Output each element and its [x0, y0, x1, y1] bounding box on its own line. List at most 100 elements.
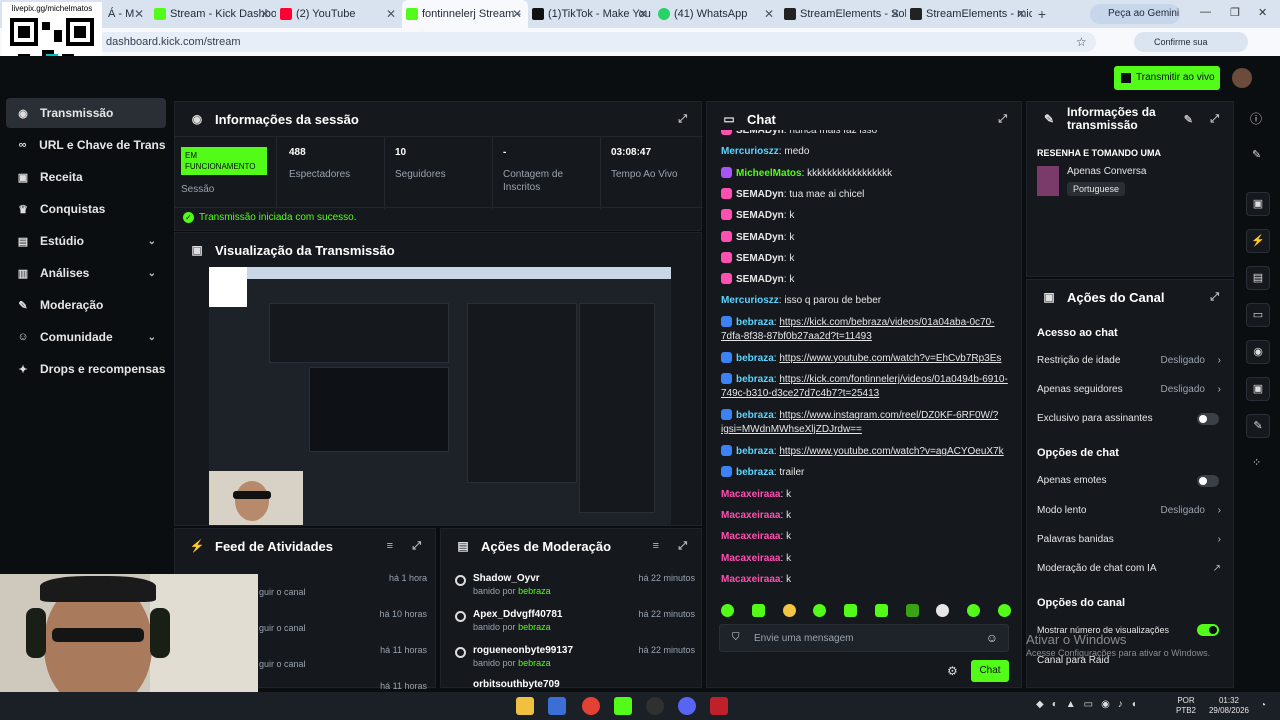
chat-username[interactable]: Mercurioszz: [721, 295, 779, 306]
banned-words-row[interactable]: Palavras banidas ›: [1037, 534, 1221, 545]
chat-username[interactable]: bebraza: [736, 410, 774, 421]
chat-username[interactable]: bebraza: [736, 374, 774, 385]
chat-link[interactable]: https://www.youtube.com/watch?v=agACYOeu…: [779, 446, 1003, 457]
chat-username[interactable]: SEMADyn: [736, 130, 784, 136]
emote-icon[interactable]: [813, 604, 827, 617]
tab-2[interactable]: (2) YouTube ✕: [276, 0, 402, 28]
new-tab-button[interactable]: +: [1032, 6, 1052, 22]
url-field[interactable]: dashboard.kick.com/stream: [96, 32, 1096, 52]
notification-icon[interactable]: ◔: [1260, 700, 1266, 711]
editor-icon[interactable]: [548, 697, 566, 715]
info-icon[interactable]: ⓘ: [1250, 110, 1262, 127]
expand-icon[interactable]: ⤢: [1210, 291, 1219, 304]
video-app-icon[interactable]: [710, 697, 728, 715]
chat-username[interactable]: Mercurioszz: [721, 146, 779, 157]
filter-icon[interactable]: ≡: [653, 540, 659, 552]
edit-icon[interactable]: ✎: [1252, 148, 1261, 161]
close-icon[interactable]: ✕: [1016, 0, 1026, 28]
sidebar-item-estudio[interactable]: ▤ Estúdio ⌄: [6, 226, 166, 256]
close-icon[interactable]: ✕: [512, 0, 522, 28]
subscribers-only-toggle[interactable]: [1197, 412, 1219, 425]
rail-chat-button[interactable]: ▭: [1246, 303, 1270, 327]
close-icon[interactable]: ✕: [638, 0, 648, 28]
chat-link[interactable]: https://www.youtube.com/watch?v=EhCvb7Rp…: [779, 353, 1001, 364]
age-restriction-row[interactable]: Restrição de idade Desligado ›: [1037, 355, 1221, 366]
sidebar-item-moderacao[interactable]: ✎ Moderação: [6, 290, 166, 320]
file-explorer-icon[interactable]: [516, 697, 534, 715]
minimize-icon[interactable]: —: [1200, 6, 1211, 18]
emote-icon[interactable]: [751, 604, 765, 617]
ai-moderation-row[interactable]: Moderação de chat com IA ↗: [1037, 563, 1221, 574]
emote-icon[interactable]: [967, 604, 981, 617]
expand-icon[interactable]: ⤢: [678, 113, 687, 126]
close-icon[interactable]: ✕: [764, 0, 774, 28]
clock[interactable]: 01:32 29/08/2026: [1206, 696, 1252, 716]
expand-icon[interactable]: ⤢: [678, 540, 687, 553]
tab-3[interactable]: fontinnelerj Stream - ✕: [402, 0, 528, 28]
chat-username[interactable]: Macaxeiraaa: [721, 489, 781, 500]
tab-5[interactable]: (41) WhatsApp ✕: [654, 0, 780, 28]
rail-radio-button[interactable]: ◉: [1246, 340, 1270, 364]
emote-icon[interactable]: [721, 604, 734, 617]
rail-list-button[interactable]: ▤: [1246, 266, 1270, 290]
close-icon[interactable]: ✕: [386, 0, 396, 28]
tab-4[interactable]: (1)TikTok - Make You ✕: [528, 0, 654, 28]
sidebar-item-comunidade[interactable]: ☺ Comunidade ⌄: [6, 322, 166, 352]
sidebar-item-conquistas[interactable]: ♛ Conquistas: [6, 194, 166, 224]
chrome-icon[interactable]: [582, 697, 600, 715]
chat-username[interactable]: SEMADyn: [736, 210, 784, 221]
emote-icon[interactable]: [874, 604, 888, 617]
chat-username[interactable]: Macaxeiraaa: [721, 510, 781, 521]
edit-icon[interactable]: ✎: [1184, 113, 1193, 126]
emote-icon[interactable]: [905, 604, 919, 617]
emote-icon[interactable]: [844, 604, 858, 617]
expand-icon[interactable]: ⤢: [1210, 113, 1219, 126]
go-live-button[interactable]: Transmitir ao vivo: [1114, 66, 1220, 90]
stream-preview-video[interactable]: [209, 267, 671, 525]
close-icon[interactable]: ✕: [260, 0, 270, 28]
chat-username[interactable]: MicheelMatos: [736, 168, 802, 179]
show-views-toggle[interactable]: [1197, 624, 1219, 636]
rail-bolt-button[interactable]: ⚡: [1246, 229, 1270, 253]
identity-button[interactable]: Confirme sua identidade: [1134, 32, 1248, 67]
chat-username[interactable]: bebraza: [736, 467, 774, 478]
gear-icon[interactable]: ⚙: [947, 664, 958, 678]
sidebar-item-receita[interactable]: ▣ Receita: [6, 162, 166, 192]
rail-wrench-button[interactable]: ✎: [1246, 414, 1270, 438]
rail-channel-button[interactable]: ▣: [1246, 377, 1270, 401]
avatar[interactable]: [1232, 68, 1252, 88]
gemini-button[interactable]: Peça ao Gemini: [1090, 4, 1180, 24]
bookmark-star-icon[interactable]: ☆: [1076, 35, 1087, 49]
discord-icon[interactable]: [678, 697, 696, 715]
tab-1[interactable]: Stream - Kick Dashbo ✕: [150, 0, 276, 28]
apps-icon[interactable]: ⁘: [1252, 456, 1261, 469]
emote-icon[interactable]: [936, 604, 950, 617]
rail-preview-button[interactable]: ▣: [1246, 192, 1270, 216]
emotes-only-toggle[interactable]: [1197, 474, 1219, 487]
tab-7[interactable]: StreamElements - mic ✕: [906, 0, 1032, 28]
chat-username[interactable]: bebraza: [736, 317, 774, 328]
tab-6[interactable]: StreamElements - Sol ✕: [780, 0, 906, 28]
filter-icon[interactable]: ≡: [387, 540, 393, 552]
emoji-icon[interactable]: ☺: [986, 631, 998, 645]
sidebar-item-analises[interactable]: ▥ Análises ⌄: [6, 258, 166, 288]
chat-username[interactable]: bebraza: [736, 353, 774, 364]
chat-username[interactable]: Macaxeiraaa: [721, 574, 781, 585]
expand-icon[interactable]: ⤢: [998, 113, 1007, 126]
close-window-icon[interactable]: ✕: [1258, 6, 1267, 19]
restore-icon[interactable]: ❐: [1230, 6, 1240, 19]
close-icon[interactable]: ✕: [890, 0, 900, 28]
obs-icon[interactable]: [646, 697, 664, 715]
chat-username[interactable]: SEMADyn: [736, 189, 784, 200]
chat-username[interactable]: bebraza: [736, 446, 774, 457]
sidebar-item-url-chave[interactable]: ∞URL e Chave de Transmissão: [6, 130, 166, 160]
kick-app-icon[interactable]: [614, 697, 632, 715]
chat-username[interactable]: SEMADyn: [736, 274, 784, 285]
close-icon[interactable]: ✕: [134, 0, 144, 28]
send-chat-button[interactable]: Chat: [971, 660, 1009, 682]
chat-username[interactable]: SEMADyn: [736, 232, 784, 243]
sidebar-item-drops[interactable]: ✦ Drops e recompensas: [6, 354, 166, 384]
followers-only-row[interactable]: Apenas seguidores Desligado ›: [1037, 384, 1221, 395]
chat-username[interactable]: SEMADyn: [736, 253, 784, 264]
keyboard-language[interactable]: POR PTB2: [1176, 696, 1196, 716]
